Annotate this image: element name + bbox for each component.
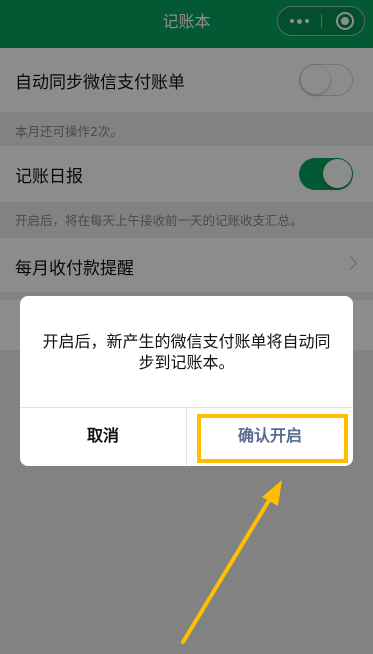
cancel-button[interactable]: 取消	[20, 408, 186, 466]
confirm-button[interactable]: 确认开启	[187, 408, 353, 466]
dialog-message: 开启后，新产生的微信支付账单将自动同步到记账本。	[42, 332, 331, 372]
confirm-dialog: 开启后，新产生的微信支付账单将自动同步到记账本。 取消 确认开启	[20, 296, 353, 466]
